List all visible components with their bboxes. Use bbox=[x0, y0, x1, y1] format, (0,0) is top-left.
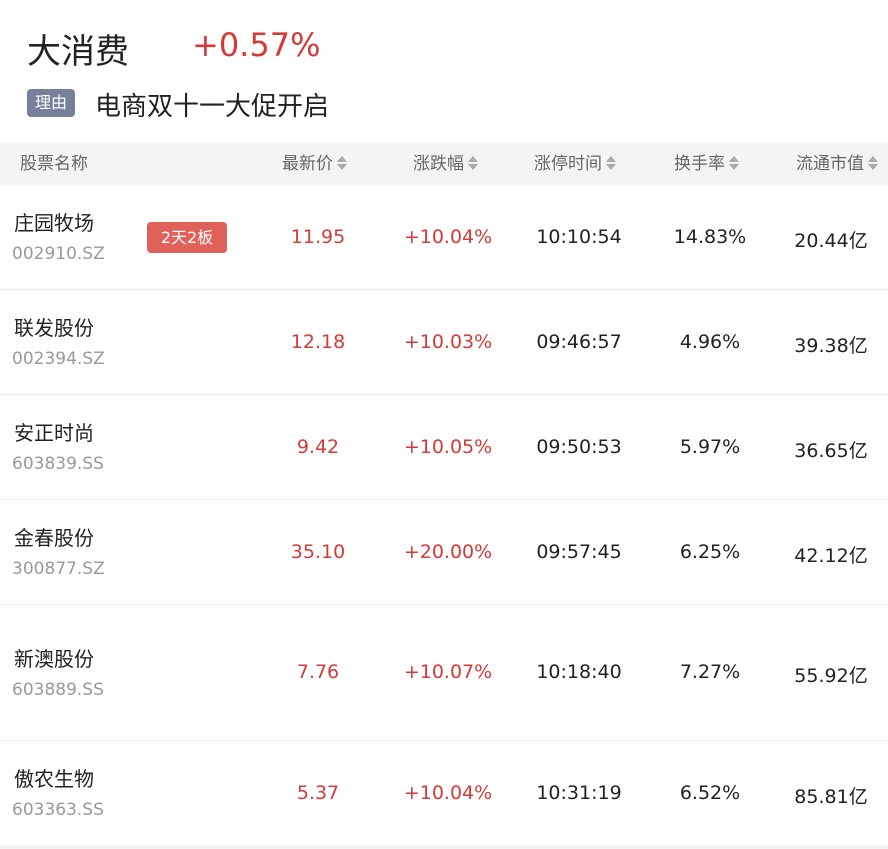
reason-text: 电商双十一大促开启 bbox=[95, 92, 330, 122]
bottom-divider bbox=[0, 845, 888, 849]
limit-up-time: 10:31:19 bbox=[536, 782, 622, 804]
latest-price: 9.42 bbox=[296, 436, 340, 458]
column-header-float-cap[interactable]: 流通市值 bbox=[796, 143, 879, 185]
table-header: 股票名称 最新价 涨跌幅 涨停时间 换手率 流通市值 bbox=[0, 143, 888, 185]
reason-tag: 理由 bbox=[27, 89, 75, 117]
stock-name: 联发股份 bbox=[14, 316, 94, 340]
turnover-rate: 7.27% bbox=[679, 661, 741, 683]
table-row[interactable]: 庄园牧场 002910.SZ 2天2板 11.95 +10.04% 10:10:… bbox=[0, 185, 888, 290]
price-change: +10.05% bbox=[403, 436, 493, 458]
latest-price: 7.76 bbox=[296, 661, 340, 683]
float-market-cap: 39.38亿 bbox=[794, 335, 868, 357]
turnover-rate: 4.96% bbox=[679, 331, 741, 353]
column-header-label: 涨跌幅 bbox=[413, 154, 464, 174]
stock-code: 603363.SS bbox=[12, 800, 104, 820]
table-row[interactable]: 新澳股份 603889.SS 7.76 +10.07% 10:18:40 7.2… bbox=[0, 605, 888, 741]
limit-up-time: 09:57:45 bbox=[536, 541, 622, 563]
stock-name: 安正时尚 bbox=[14, 421, 94, 445]
float-market-cap: 42.12亿 bbox=[794, 545, 868, 567]
sort-icon bbox=[729, 156, 739, 170]
stock-name: 庄园牧场 bbox=[14, 211, 94, 235]
table-row[interactable]: 傲农生物 603363.SS 5.37 +10.04% 10:31:19 6.5… bbox=[0, 741, 888, 845]
table-row[interactable]: 联发股份 002394.SZ 12.18 +10.03% 09:46:57 4.… bbox=[0, 290, 888, 395]
turnover-rate: 5.97% bbox=[679, 436, 741, 458]
column-header-label: 流通市值 bbox=[796, 154, 864, 174]
stock-name: 金春股份 bbox=[14, 526, 94, 550]
stock-code: 002394.SZ bbox=[12, 349, 105, 369]
column-header-label: 换手率 bbox=[674, 154, 725, 174]
stock-code: 603889.SS bbox=[12, 680, 104, 700]
turnover-rate: 6.52% bbox=[679, 782, 741, 804]
float-market-cap: 85.81亿 bbox=[794, 786, 868, 808]
sector-header: 大消费 +0.57% 理由 电商双十一大促开启 bbox=[0, 0, 888, 143]
table-row[interactable]: 金春股份 300877.SZ 35.10 +20.00% 09:57:45 6.… bbox=[0, 500, 888, 605]
column-header-change[interactable]: 涨跌幅 bbox=[413, 143, 479, 185]
latest-price: 12.18 bbox=[290, 331, 346, 353]
table-row[interactable]: 安正时尚 603839.SS 9.42 +10.05% 09:50:53 5.9… bbox=[0, 395, 888, 500]
limit-up-time: 10:10:54 bbox=[536, 226, 622, 248]
column-header-label: 最新价 bbox=[282, 154, 333, 174]
column-header-price[interactable]: 最新价 bbox=[282, 143, 348, 185]
latest-price: 11.95 bbox=[290, 226, 346, 248]
float-market-cap: 36.65亿 bbox=[794, 440, 868, 462]
consecutive-limit-badge: 2天2板 bbox=[147, 222, 227, 253]
column-header-label: 涨停时间 bbox=[534, 154, 602, 174]
stock-name: 新澳股份 bbox=[14, 647, 94, 671]
limit-up-time: 09:50:53 bbox=[536, 436, 622, 458]
price-change: +10.04% bbox=[403, 226, 493, 248]
price-change: +10.03% bbox=[403, 331, 493, 353]
sector-change: +0.57% bbox=[192, 26, 321, 64]
column-header-limit-time[interactable]: 涨停时间 bbox=[534, 143, 617, 185]
stock-code: 300877.SZ bbox=[12, 559, 105, 579]
latest-price: 5.37 bbox=[296, 782, 340, 804]
sector-title: 大消费 bbox=[27, 32, 129, 72]
sort-icon bbox=[606, 156, 616, 170]
turnover-rate: 14.83% bbox=[673, 226, 747, 248]
latest-price: 35.10 bbox=[290, 541, 346, 563]
stock-name: 傲农生物 bbox=[14, 767, 94, 791]
turnover-rate: 6.25% bbox=[679, 541, 741, 563]
sort-icon bbox=[337, 156, 347, 170]
column-header-turnover[interactable]: 换手率 bbox=[674, 143, 740, 185]
column-header-name: 股票名称 bbox=[20, 154, 88, 174]
price-change: +10.04% bbox=[403, 782, 493, 804]
limit-up-time: 10:18:40 bbox=[536, 661, 622, 683]
limit-up-time: 09:46:57 bbox=[536, 331, 622, 353]
sort-icon bbox=[868, 156, 878, 170]
float-market-cap: 55.92亿 bbox=[794, 665, 868, 687]
price-change: +10.07% bbox=[403, 661, 493, 683]
price-change: +20.00% bbox=[403, 541, 493, 563]
stock-code: 002910.SZ bbox=[12, 244, 105, 264]
float-market-cap: 20.44亿 bbox=[794, 230, 868, 252]
sort-icon bbox=[468, 156, 478, 170]
stock-code: 603839.SS bbox=[12, 454, 104, 474]
